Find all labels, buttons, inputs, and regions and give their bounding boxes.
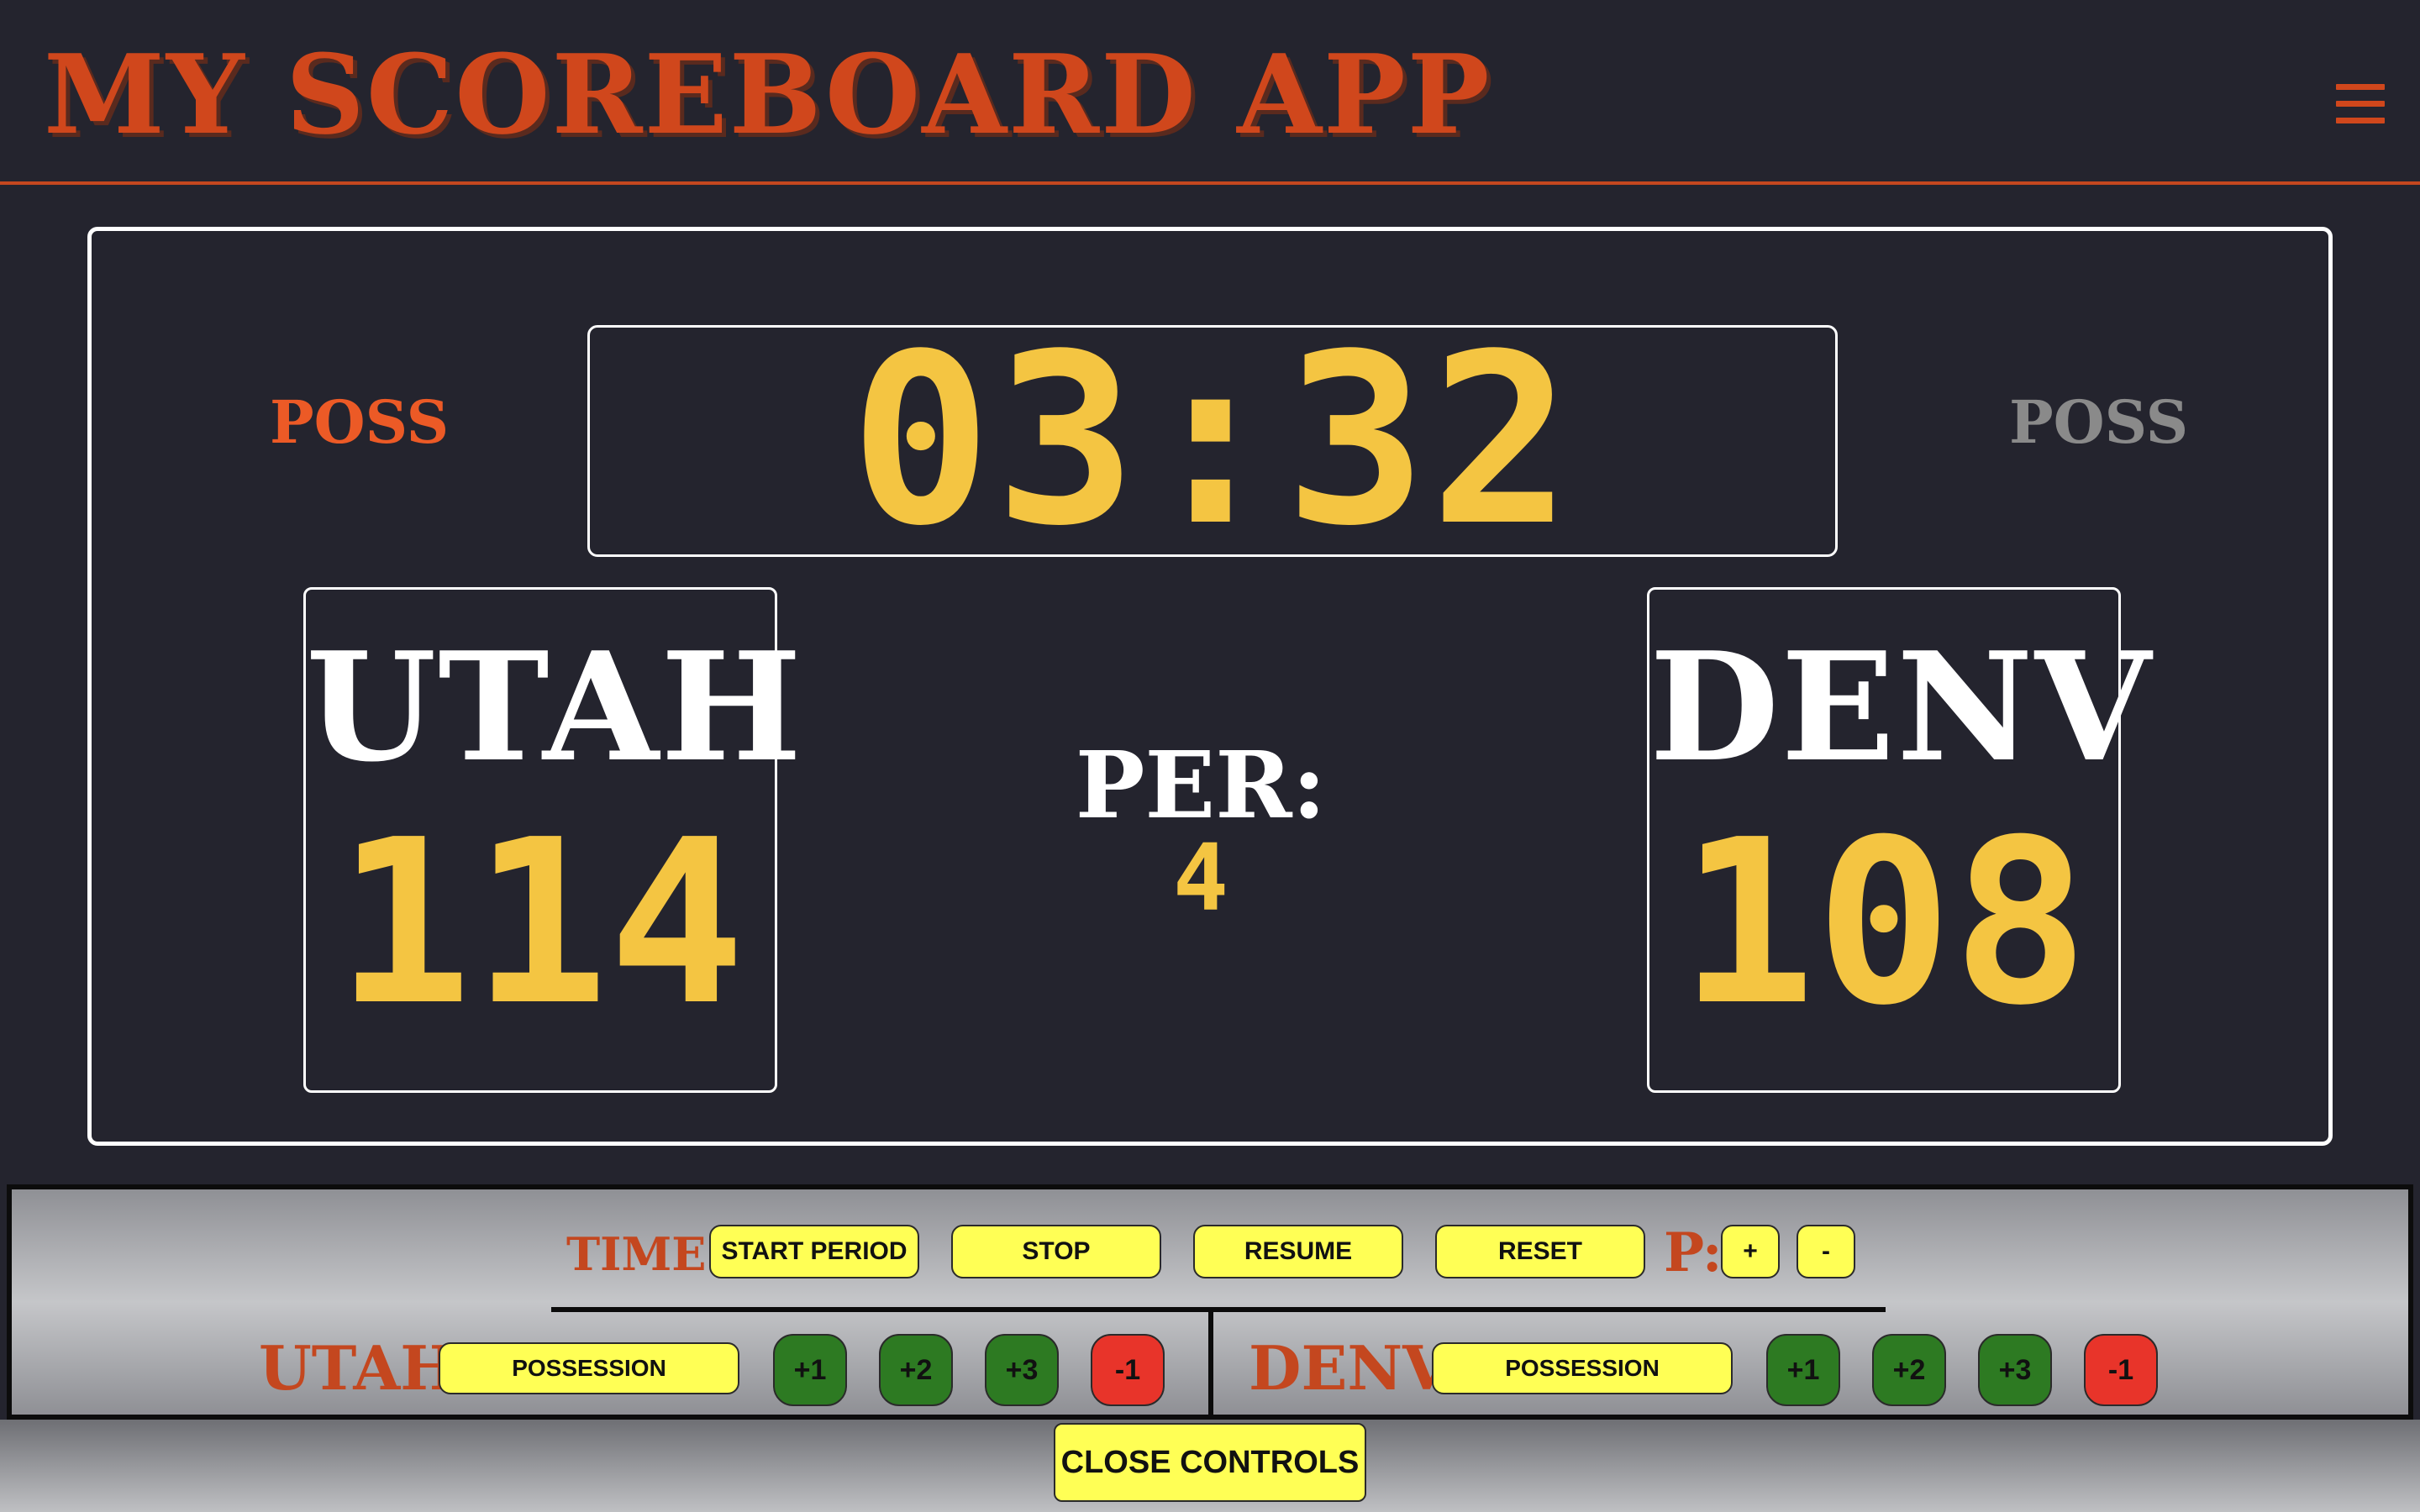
home-possession-button[interactable]: POSSESSION (439, 1342, 739, 1394)
away-controls-label: DENV (1249, 1332, 1449, 1404)
period-value: 4 (1172, 824, 1229, 932)
controls-panel: TIME: START PERIOD STOP RESUME RESET P: … (7, 1184, 2413, 1420)
scoreboard: POSS POSS 03:32 UTAH 114 PER: 4 DENV 108 (87, 227, 2333, 1146)
home-plus2-button[interactable]: +2 (879, 1334, 953, 1406)
home-controls-label: UTAH (259, 1332, 458, 1404)
period-label: PER: (1075, 731, 1327, 839)
period-minus-button[interactable]: - (1797, 1225, 1855, 1278)
time-controls-label: TIME: (566, 1227, 723, 1281)
close-controls-button[interactable]: CLOSE CONTROLS (1054, 1423, 1366, 1502)
app-title: MY SCOREBOARD APP (44, 30, 1491, 159)
away-plus1-button[interactable]: +1 (1766, 1334, 1840, 1406)
page: MY SCOREBOARD APP POSS POSS 03:32 UTAH 1… (0, 0, 2420, 1512)
menu-bar-middle (2336, 101, 2385, 107)
period-controls-label: P: (1664, 1221, 1723, 1284)
controls-divider-horizontal (551, 1307, 1886, 1312)
start-period-button[interactable]: START PERIOD (709, 1225, 919, 1278)
away-team-panel: DENV 108 (1647, 587, 2153, 1093)
app-header: MY SCOREBOARD APP (0, 0, 2420, 185)
home-team-name: UTAH (306, 619, 804, 795)
away-plus2-button[interactable]: +2 (1872, 1334, 1946, 1406)
hamburger-menu-icon[interactable] (2336, 84, 2385, 124)
away-team-name: DENV (1649, 619, 2153, 795)
controls-divider-vertical (1208, 1312, 1213, 1420)
game-clock-panel: 03:32 (587, 304, 1838, 578)
menu-bar-bottom (2336, 118, 2385, 123)
away-possession-button[interactable]: POSSESSION (1432, 1342, 1733, 1394)
away-plus3-button[interactable]: +3 (1978, 1334, 2052, 1406)
home-minus1-button[interactable]: -1 (1091, 1334, 1165, 1406)
period-plus-button[interactable]: + (1721, 1225, 1780, 1278)
home-plus1-button[interactable]: +1 (773, 1334, 847, 1406)
game-clock: 03:32 (850, 304, 1576, 578)
stop-button[interactable]: STOP (951, 1225, 1161, 1278)
home-team-score: 114 (335, 790, 745, 1055)
reset-button[interactable]: RESET (1435, 1225, 1645, 1278)
away-team-score: 108 (1679, 790, 2089, 1055)
home-possession-indicator: POSS (270, 387, 450, 457)
home-team-panel: UTAH 114 (303, 587, 804, 1093)
away-possession-indicator: POSS (2009, 387, 2189, 457)
resume-button[interactable]: RESUME (1193, 1225, 1403, 1278)
menu-bar-top (2336, 84, 2385, 90)
home-plus3-button[interactable]: +3 (985, 1334, 1059, 1406)
away-minus1-button[interactable]: -1 (2084, 1334, 2158, 1406)
